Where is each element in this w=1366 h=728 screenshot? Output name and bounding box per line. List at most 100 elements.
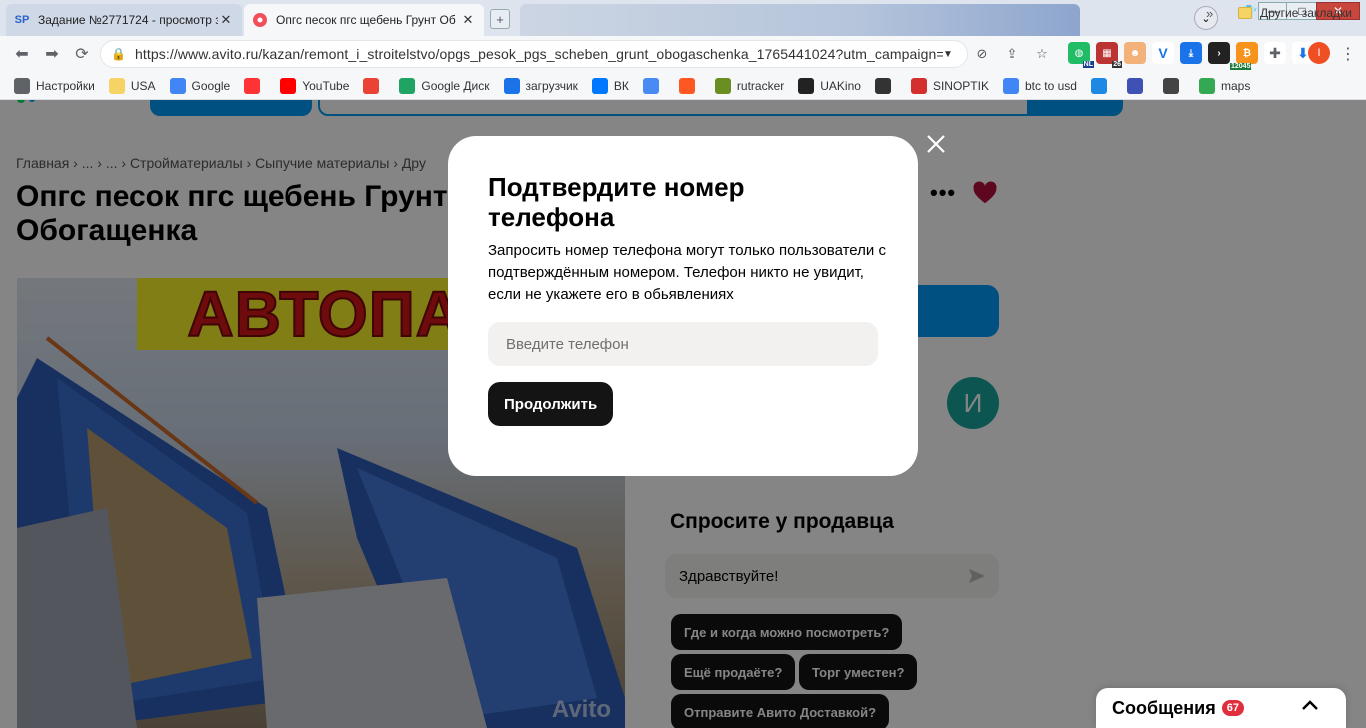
gear-icon <box>14 77 30 94</box>
rutracker-icon <box>714 77 731 94</box>
bookmark-item[interactable] <box>363 77 385 94</box>
bookmark-item[interactable] <box>678 77 701 94</box>
drive-icon <box>399 77 416 94</box>
globe-ext-icon[interactable]: ◍ NL <box>1068 42 1094 68</box>
translate-icon <box>642 77 659 94</box>
v-ext-icon[interactable]: V <box>1152 42 1174 64</box>
bookmark-item[interactable]: SINOPTIK <box>910 77 989 94</box>
share-icon[interactable]: ⇪ <box>1002 44 1022 64</box>
bookmark-item[interactable]: Google Диск <box>399 77 490 94</box>
gmail-icon <box>363 77 380 94</box>
download-ext-icon[interactable]: ⤓ <box>1180 42 1202 64</box>
bookmark-item[interactable]: USA <box>108 77 156 94</box>
bookmark-item[interactable]: Google <box>169 77 231 94</box>
google-icon <box>1002 77 1019 94</box>
arrow-left-icon <box>1126 77 1143 94</box>
bookmark-item[interactable] <box>1090 77 1113 94</box>
face-ext-icon[interactable]: ☻ <box>1124 42 1146 64</box>
sp-favicon-icon: SP <box>14 14 30 26</box>
back-arrow-icon[interactable]: ⬅ <box>10 42 34 66</box>
tab-avito[interactable]: Опгс песок пгс щебень Грунт Об ✕ <box>244 4 484 36</box>
omnibox-actions: ⊘ ⇪ ☆ <box>972 44 1052 64</box>
folder-icon <box>1238 7 1252 19</box>
chrome-menu-icon[interactable]: ⋮ <box>1340 44 1356 64</box>
terminal-ext-icon[interactable]: › <box>1208 42 1230 64</box>
lock-icon: 🔒 <box>111 47 126 61</box>
p-icon <box>1090 77 1107 94</box>
bookmark-label: UAKino <box>820 78 861 93</box>
phone-confirm-modal: Подтвердите номер телефона Запросить ном… <box>448 136 918 476</box>
blocked-icon[interactable]: ⊘ <box>972 44 992 64</box>
google-icon <box>169 77 186 94</box>
figure-icon <box>874 77 891 94</box>
bookmark-item[interactable]: maps <box>1198 77 1251 94</box>
avito-page: Главная › ... › ... › Стройматериалы › С… <box>0 100 1366 728</box>
bookmark-label: загрузчик <box>525 78 578 93</box>
bookmark-label: Google <box>191 78 231 93</box>
other-bookmarks-folder[interactable]: Другие закладки <box>1238 6 1352 20</box>
bookmark-item[interactable] <box>642 77 665 94</box>
bookmark-label: SINOPTIK <box>932 78 989 93</box>
bookmark-item[interactable] <box>874 77 897 94</box>
bookmark-item[interactable]: YouTube <box>280 77 350 94</box>
close-tab-icon[interactable]: ✕ <box>218 12 234 28</box>
bookmark-item[interactable] <box>1126 77 1149 94</box>
tab-task[interactable]: SP Задание №2771724 - просмотр з ✕ <box>6 4 242 36</box>
puzzle-icon[interactable]: ✚ <box>1264 42 1286 64</box>
vk-icon <box>591 77 608 94</box>
bookmark-label: ВК <box>613 78 629 93</box>
uakino-icon <box>798 77 815 94</box>
tab-title: Задание №2771724 - просмотр з <box>38 13 218 27</box>
messages-count-badge: 67 <box>1221 700 1244 716</box>
calendar-ext-icon[interactable]: ▦ 26 <box>1096 42 1122 68</box>
bookmark-label: Google Диск <box>421 78 490 93</box>
folder-icon <box>108 77 125 94</box>
bookmark-item[interactable] <box>244 77 266 94</box>
profile-avatar[interactable]: I <box>1308 42 1330 64</box>
close-tab-icon[interactable]: ✕ <box>460 12 476 28</box>
new-tab-button[interactable]: + <box>490 9 510 29</box>
f-icon <box>678 77 695 94</box>
bookmark-label: YouTube <box>302 78 350 93</box>
bitcoin-ext-icon[interactable]: ₿ 12045 <box>1230 42 1258 70</box>
background-tabs <box>520 4 1080 36</box>
address-bar[interactable]: 🔒 https://www.avito.ru/kazan/remont_i_st… <box>100 40 968 68</box>
youtube-icon <box>280 77 297 94</box>
infinity-icon <box>503 77 520 94</box>
avito-favicon-icon <box>252 12 268 28</box>
modal-title: Подтвердите номер телефона <box>488 172 745 232</box>
bookmark-label: Настройки <box>36 78 95 93</box>
browser-toolbar: ⬅ ➡ ⟳ 🔒 https://www.avito.ru/kazan/remon… <box>0 36 1366 72</box>
chevron-up-icon[interactable] <box>1300 696 1320 716</box>
reload-icon[interactable]: ⟳ <box>70 42 94 66</box>
close-icon[interactable] <box>925 133 947 155</box>
bookmark-item[interactable]: Настройки <box>14 77 95 94</box>
modal-description: Запросить номер телефона могут только по… <box>488 242 886 303</box>
star-icon[interactable]: ☆ <box>1032 44 1052 64</box>
bc-icon <box>1162 77 1179 94</box>
dropdown-arrow-icon[interactable]: ▼ <box>943 49 957 60</box>
bookmark-label: rutracker <box>736 78 785 93</box>
forward-arrow-icon[interactable]: ➡ <box>40 42 64 66</box>
yandex-icon <box>244 77 261 94</box>
bookmark-item[interactable]: UAKino <box>798 77 861 94</box>
messages-label: Сообщения <box>1112 697 1216 718</box>
bookmarks-bar: Настройки USA Google YouTube Google Диск загр… <box>0 72 1366 100</box>
bookmark-label: USA <box>130 78 156 93</box>
maps-icon <box>1198 77 1215 94</box>
tab-title: Опгс песок пгс щебень Грунт Об <box>276 13 456 27</box>
thermometer-icon <box>910 77 927 94</box>
bookmark-item[interactable]: ВК <box>591 77 629 94</box>
bookmark-item[interactable]: rutracker <box>714 77 785 94</box>
messages-panel[interactable]: Сообщения 67 <box>1096 688 1346 728</box>
bookmark-item[interactable] <box>1162 77 1185 94</box>
continue-button[interactable]: Продолжить <box>488 382 614 426</box>
bookmarks-more-icon[interactable]: » <box>1206 6 1213 21</box>
phone-input[interactable] <box>488 322 878 366</box>
url-text: https://www.avito.ru/kazan/remont_i_stro… <box>135 46 943 62</box>
bookmark-item[interactable]: btc to usd <box>1002 77 1077 94</box>
bookmark-item[interactable]: загрузчик <box>503 77 578 94</box>
bookmark-label: btc to usd <box>1024 78 1077 93</box>
bookmark-label: maps <box>1220 78 1251 93</box>
extension-icons: ◍ NL ▦ 26 ☻ V ⤓ › ₿ 12045 ✚ ⬇ <box>1068 42 1314 70</box>
